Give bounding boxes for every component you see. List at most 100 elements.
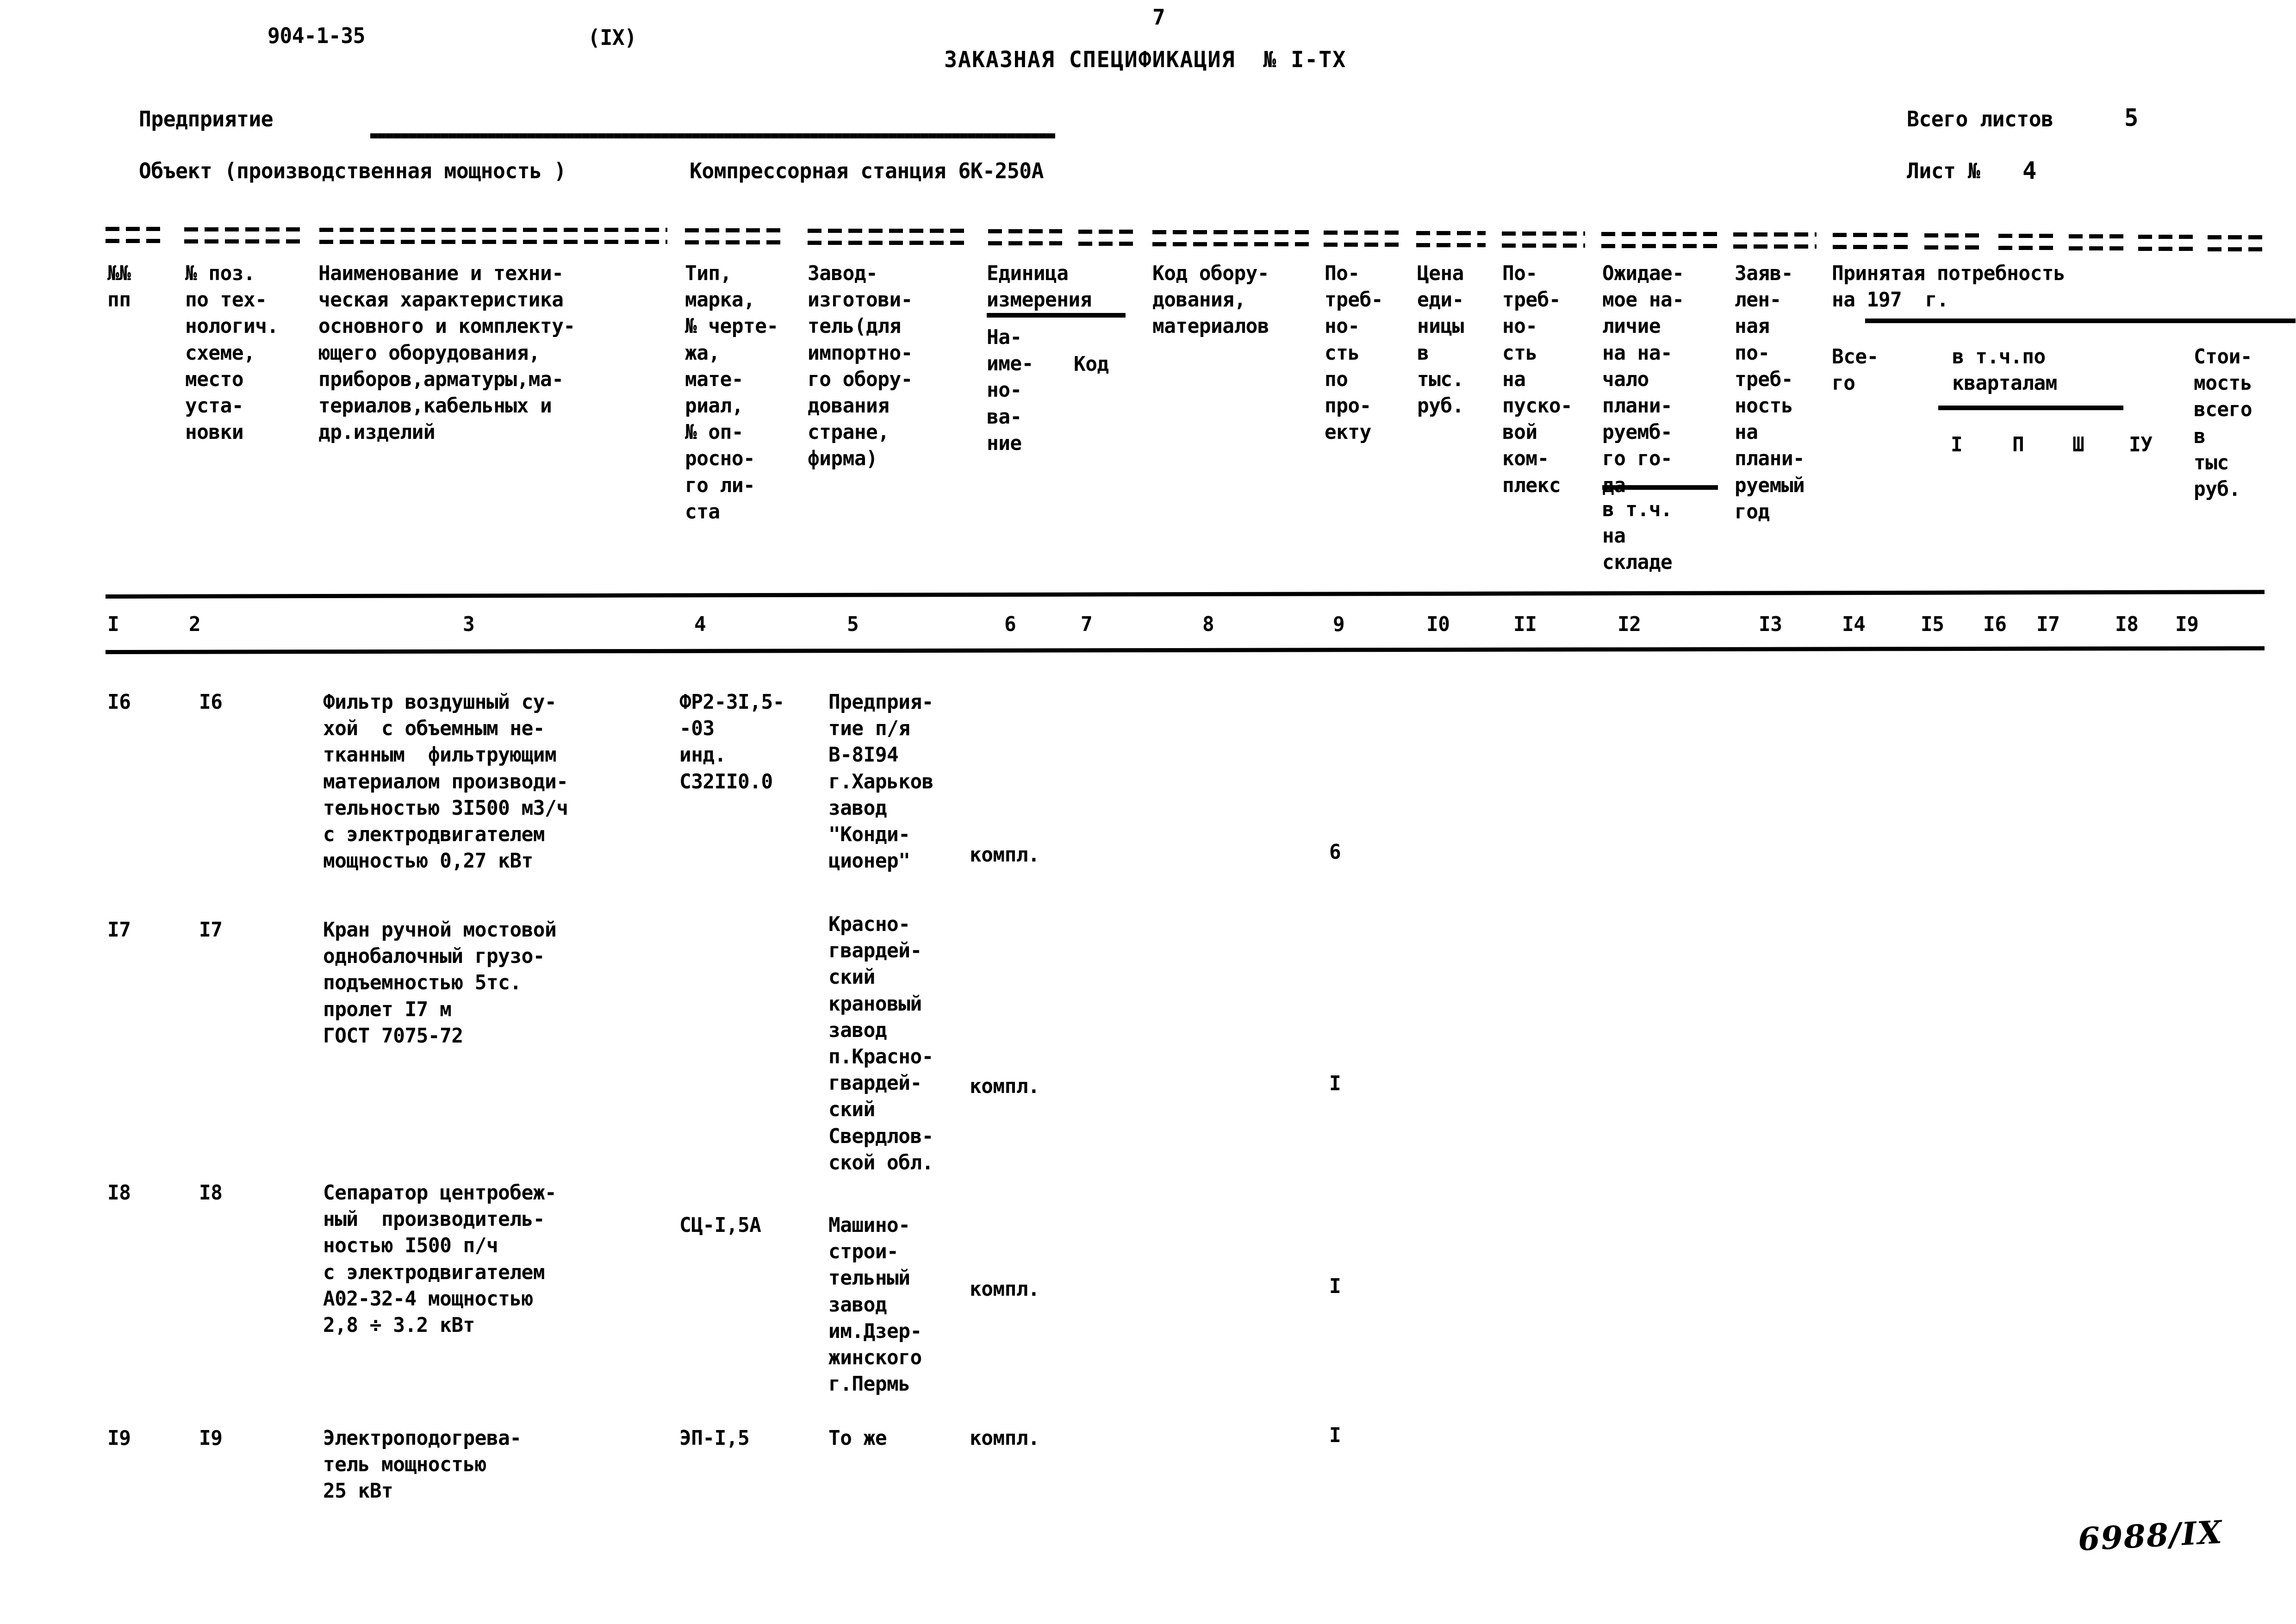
header-accepted-need-group: Принятая потребность на 197 г.: [1832, 262, 2066, 312]
rule-top2-c11: [1502, 244, 1585, 248]
rule-top-c9: [1324, 231, 1402, 235]
table-row-type: ФР2-3I,5- -03 инд. С32II0.0: [679, 690, 784, 793]
column-number-8: 8: [1202, 612, 1214, 636]
header-col-12-warehouse: в т.ч. на складе: [1602, 498, 1673, 575]
header-col-7-code: Код: [1074, 352, 1109, 376]
rule-top2-c5: [808, 241, 969, 245]
rule-top2-c7: [1078, 242, 1134, 246]
header-quarter-3: Ш: [2072, 433, 2084, 456]
column-number-19: I9: [2175, 612, 2199, 636]
rule-top-c13: [1733, 232, 1817, 237]
rule-top2-c1: [106, 239, 160, 243]
rule-top2-c14: [1833, 245, 1909, 249]
rule-top-c7: [1078, 230, 1134, 234]
table-row-plant: Машино- строи- тельный завод им.Дзер- жи…: [828, 1213, 922, 1396]
rule-top-c17: [2069, 234, 2124, 238]
header-unit-divider-rule: [987, 313, 1126, 318]
rule-above-column-numbers: [105, 590, 2265, 599]
header-quarters-rule: [1938, 406, 2123, 410]
table-row-unit: компл.: [970, 1277, 1040, 1301]
table-row-quantity: 6: [1329, 840, 1341, 864]
document-code: 904-1-35: [268, 23, 366, 48]
sheet-value: 4: [2022, 157, 2036, 185]
column-number-10: I0: [1426, 612, 1450, 636]
table-row-plant: Предприя- тие п/я В-8I94 г.Харьков завод…: [828, 690, 933, 873]
rule-top2-c8: [1152, 242, 1310, 246]
column-number-1: I: [107, 612, 119, 636]
table-row-unit: компл.: [970, 1074, 1040, 1098]
document-title: ЗАКАЗНАЯ СПЕЦИФИКАЦИЯ № I-ТХ: [944, 47, 1347, 73]
table-row-quantity: I: [1329, 1274, 1341, 1298]
header-col-11-startup-need: По- треб- но- сть на пуско- вой ком- пле…: [1502, 262, 1573, 497]
rule-top2-c2: [184, 239, 300, 244]
table-row-plant: То же: [828, 1426, 887, 1450]
header-col-19-cost: Стои- мость всего в тыс руб.: [2194, 345, 2252, 501]
table-row-unit: компл.: [970, 1426, 1040, 1450]
header-col-2-position: № поз. по тех- нологич. схеме, место уст…: [185, 262, 279, 444]
table-row-position: I7: [199, 918, 223, 942]
header-col-5-plant: Завод- изготови- тель(для импортно- го о…: [808, 262, 913, 471]
column-number-17: I7: [2036, 612, 2060, 636]
document-page: 7 904-1-35 (IX) ЗАКАЗНАЯ СПЕЦИФИКАЦИЯ № …: [0, 0, 2296, 1624]
header-stock-divider-rule: [1602, 485, 1718, 490]
page-number: 7: [1152, 5, 1165, 30]
header-col-12-expected-stock: Ожидае- мое на- личие на на- чало плани-…: [1602, 262, 1684, 497]
handwritten-annotation: 6988/IX: [2077, 1513, 2224, 1559]
rule-top-c14: [1833, 233, 1909, 237]
column-number-5: 5: [847, 612, 859, 636]
rule-top-c11: [1502, 231, 1585, 236]
header-col-4-type: Тип, марка, № черте- жа, мате- риал, № о…: [685, 262, 778, 524]
column-number-4: 4: [694, 612, 706, 636]
rule-top-c15: [1924, 233, 1985, 237]
rule-top2-c13: [1733, 244, 1817, 249]
rule-top-c16: [1998, 234, 2054, 238]
rule-top2-c18: [2138, 247, 2194, 251]
column-number-13: I3: [1759, 612, 1782, 636]
column-number-3: 3: [463, 612, 475, 636]
rule-top2-c4: [685, 240, 786, 244]
enterprise-label: Предприятие: [139, 106, 274, 131]
table-row-position: I9: [199, 1426, 223, 1450]
table-row-name: Электроподогрева- тель мощностью 25 кВт: [323, 1426, 522, 1503]
table-row-unit: компл.: [970, 843, 1040, 867]
header-quarter-1: I: [1951, 433, 1963, 456]
rule-top2-c19: [2208, 247, 2265, 251]
total-sheets-label: Всего листов: [1907, 106, 2053, 131]
table-row-name: Фильтр воздушный су- хой с объемным не- …: [323, 690, 568, 873]
object-label: Объект (производственная мощность ): [139, 158, 566, 183]
header-col-9-project-need: По- треб- но- сть по про- екту: [1325, 262, 1383, 444]
rule-top2-c10: [1416, 243, 1486, 247]
column-number-14: I4: [1842, 612, 1866, 636]
object-value: Компрессорная станция 6К-250А: [690, 158, 1044, 183]
header-quarter-4: IУ: [2129, 433, 2153, 456]
table-row-nn: I9: [107, 1426, 131, 1450]
header-quarters-group: в т.ч.по кварталам: [1952, 345, 2057, 395]
rule-top2-c17: [2069, 246, 2124, 250]
column-number-9: 9: [1333, 612, 1345, 636]
table-row-type: СЦ-I,5А: [679, 1213, 761, 1237]
table-row-position: I6: [199, 690, 223, 714]
column-number-6: 6: [1004, 612, 1016, 636]
rule-top2-c12: [1601, 244, 1722, 248]
header-col-1-nn: №№ пп: [107, 262, 131, 312]
series-label: (IX): [588, 25, 637, 50]
header-col-10-unit-price: Цена еди- ницы в тыс. руб.: [1417, 262, 1464, 418]
rule-top-c1: [106, 227, 160, 231]
rule-top-c4: [685, 228, 786, 232]
rule-top-c5: [808, 229, 969, 233]
rule-top-c19: [2208, 235, 2265, 239]
rule-top-c6: [988, 229, 1062, 233]
table-row-position: I8: [199, 1181, 223, 1205]
header-col-6-unit-name: На- име- но- ва- ние: [987, 325, 1033, 455]
rule-top2-c16: [1998, 246, 2054, 250]
column-number-15: I5: [1921, 612, 1944, 636]
rule-top-c2: [184, 227, 300, 231]
table-row-quantity: I: [1329, 1072, 1341, 1095]
header-accepted-need-rule: [1865, 319, 2296, 323]
rule-top2-c9: [1324, 243, 1402, 247]
column-number-12: I2: [1618, 612, 1641, 636]
column-number-7: 7: [1081, 612, 1093, 636]
rule-top-c18: [2138, 235, 2194, 239]
header-col-6-unit-group: Единица измерения: [987, 262, 1092, 312]
sheet-label: Лист №: [1907, 158, 1980, 183]
